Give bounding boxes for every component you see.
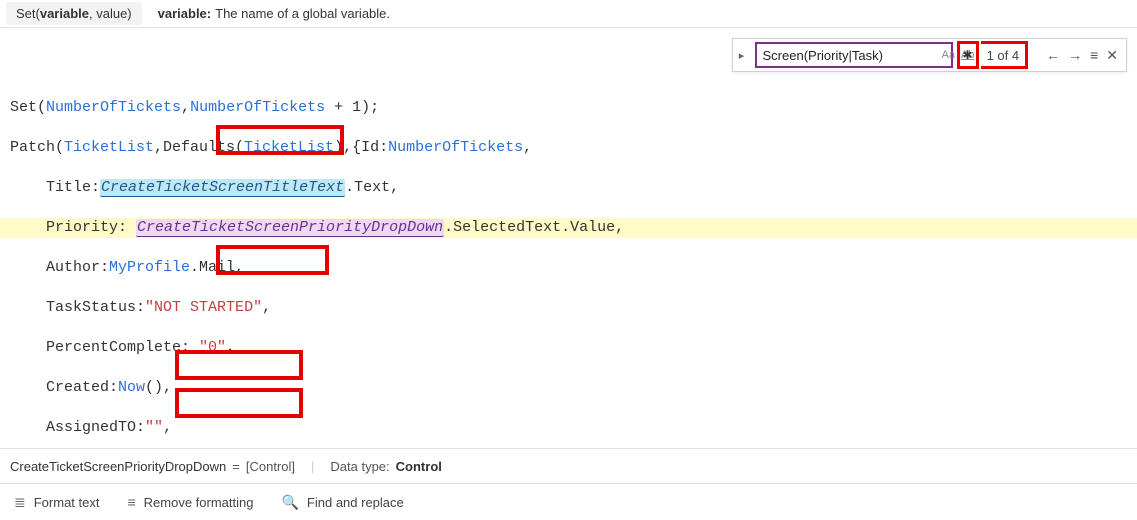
format-text-icon: ≣	[14, 494, 26, 511]
remove-formatting-button[interactable]: ≡ Remove formatting	[127, 494, 253, 510]
info-control-name: CreateTicketScreenPriorityDropDown	[10, 459, 226, 474]
token-title-text: CreateTicketScreenTitleText	[100, 179, 345, 197]
find-replace-icon: 🔍	[281, 494, 298, 511]
signature-description: variable: The name of a global variable.	[148, 2, 400, 25]
info-data-type: Control	[396, 459, 442, 474]
signature-function: Set(variable, value)	[6, 2, 142, 25]
formula-editor[interactable]: Set(NumberOfTickets,NumberOfTickets + 1)…	[0, 38, 1137, 448]
remove-formatting-icon: ≡	[127, 494, 135, 510]
current-match-line: Priority: CreateTicketScreenPriorityDrop…	[0, 218, 1137, 238]
find-replace-button[interactable]: 🔍 Find and replace	[281, 494, 403, 511]
format-text-button[interactable]: ≣ Format text	[14, 494, 99, 511]
signature-bar: Set(variable, value) variable: The name …	[0, 0, 1137, 28]
token-priority-dropdown: CreateTicketScreenPriorityDropDown	[136, 219, 444, 237]
action-bar: ≣ Format text ≡ Remove formatting 🔍 Find…	[0, 484, 1137, 520]
info-bar: CreateTicketScreenPriorityDropDown = [Co…	[0, 448, 1137, 484]
